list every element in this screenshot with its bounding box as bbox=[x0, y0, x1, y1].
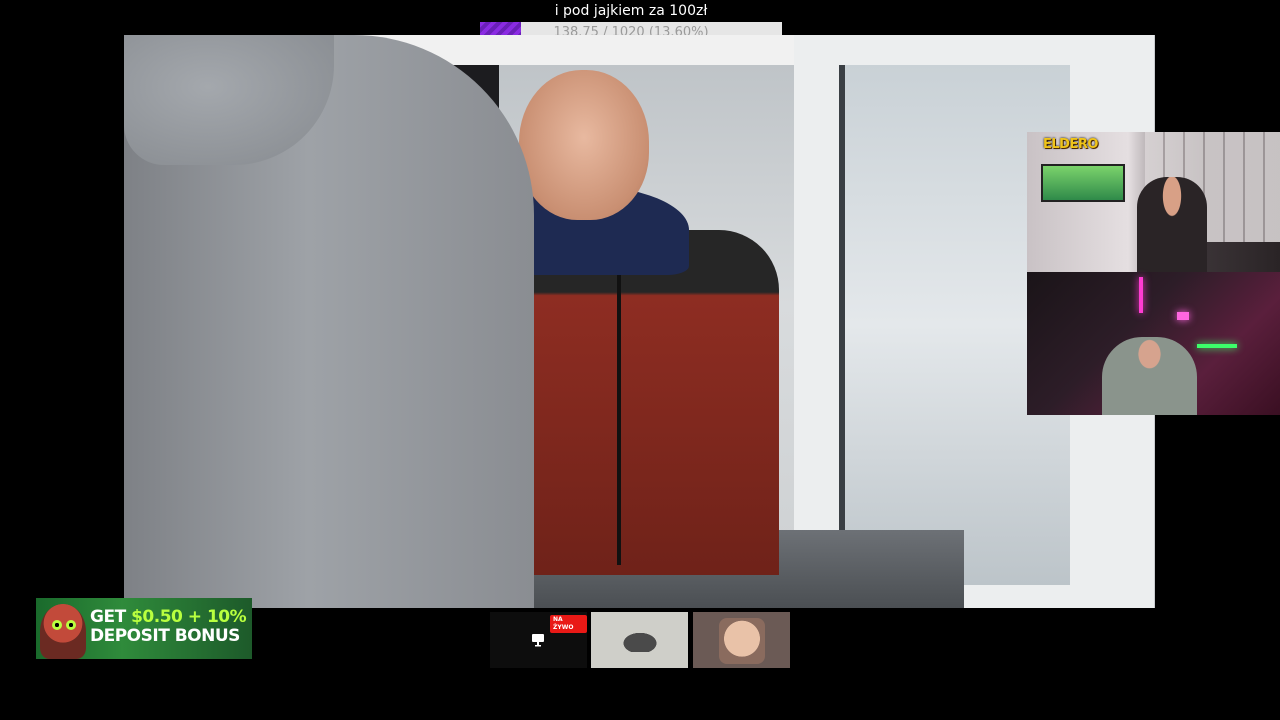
mascot-eye-right bbox=[66, 620, 76, 630]
grey-hood bbox=[124, 35, 334, 165]
channel-logo: ELDERO bbox=[1043, 137, 1098, 152]
man-head bbox=[519, 70, 649, 220]
monitor-icon bbox=[532, 634, 544, 647]
neon-light-green bbox=[1197, 344, 1237, 348]
thumbnail-car-video[interactable] bbox=[591, 612, 688, 668]
streamer-two bbox=[1102, 337, 1197, 415]
goal-title: i pod jajkiem za 100zł bbox=[554, 3, 708, 19]
neon-light-pink-small bbox=[1177, 312, 1189, 320]
streamer-webcam: ELDERO bbox=[1027, 132, 1280, 415]
thumbnail-face-emote[interactable] bbox=[693, 612, 790, 668]
thumbnail-live-stream[interactable]: NA ŻYWO bbox=[490, 612, 587, 668]
man-jacket-zipper bbox=[617, 265, 621, 565]
car-icon bbox=[619, 630, 661, 652]
mascot-eye-left bbox=[52, 620, 62, 630]
neon-light-pink bbox=[1139, 277, 1143, 313]
streamer-one bbox=[1137, 177, 1207, 272]
main-video[interactable] bbox=[124, 35, 1155, 608]
banner-get: GET bbox=[90, 607, 132, 627]
banner-headline: GET $0.50 + 10% bbox=[90, 607, 247, 627]
mascot-icon bbox=[40, 604, 86, 659]
sponsor-banner[interactable]: GET $0.50 + 10% DEPOSIT BONUS bbox=[36, 598, 252, 659]
person-in-grey-hoodie bbox=[124, 35, 534, 608]
banner-subline: DEPOSIT BONUS bbox=[90, 626, 240, 646]
webcam-aquarium bbox=[1041, 164, 1125, 202]
face-icon bbox=[719, 618, 765, 664]
banner-amount: $0.50 + 10% bbox=[131, 607, 247, 627]
live-badge: NA ŻYWO bbox=[550, 615, 587, 633]
